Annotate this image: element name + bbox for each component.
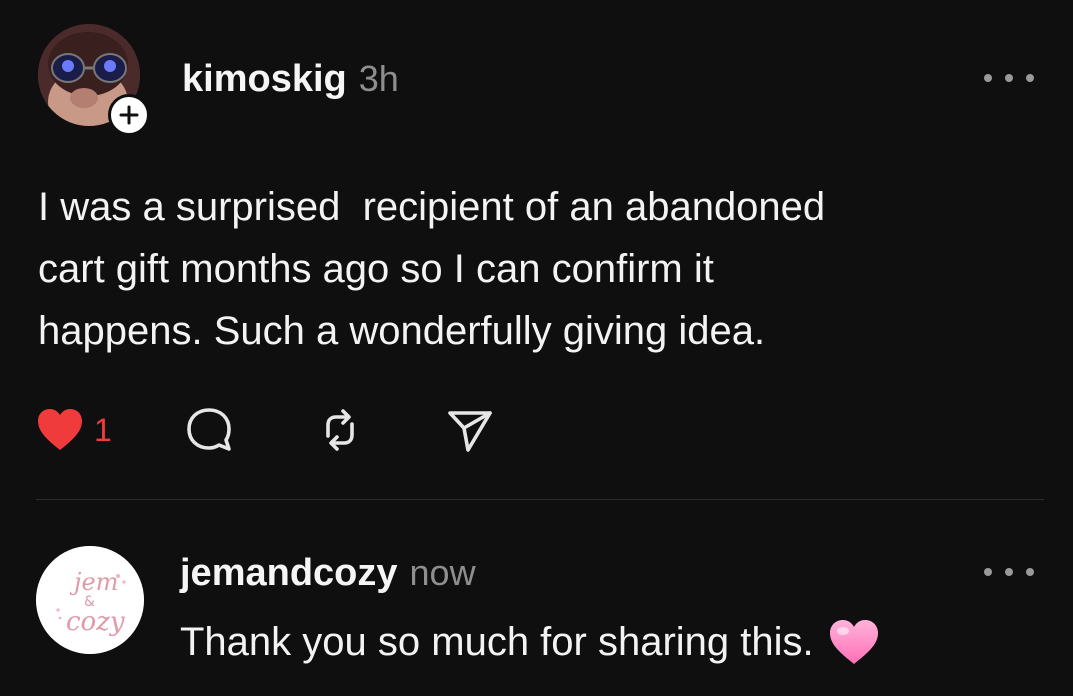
more-options-icon xyxy=(984,568,992,576)
reply-text: Thank you so much for sharing this. xyxy=(180,620,814,664)
post-header: kimoskig 3h xyxy=(182,58,399,101)
jem-and-cozy-logo: jem & cozy xyxy=(36,546,144,654)
post-text: I was a surprised recipient of an abando… xyxy=(38,185,826,353)
reply-avatar[interactable]: jem & cozy xyxy=(36,546,144,654)
action-bar: 1 xyxy=(36,404,494,456)
more-options-icon-dot xyxy=(1026,568,1034,576)
pink-heart-emoji-icon xyxy=(828,618,880,666)
repost-button[interactable] xyxy=(316,406,364,454)
send-icon xyxy=(447,411,492,452)
share-button[interactable] xyxy=(446,406,494,454)
more-options-icon-dot xyxy=(1005,74,1013,82)
plus-icon xyxy=(119,105,139,125)
reply-text-row: Thank you so much for sharing this. xyxy=(180,612,880,672)
more-options-icon-dot xyxy=(1026,74,1034,82)
follow-button[interactable] xyxy=(108,94,150,136)
author-username[interactable]: kimoskig xyxy=(182,58,347,101)
author-avatar-container[interactable] xyxy=(38,24,150,136)
divider xyxy=(36,499,1044,500)
repost-icon xyxy=(325,409,354,451)
comment-bubble-icon xyxy=(186,408,231,451)
svg-text:jem: jem xyxy=(69,568,118,596)
more-options-icon-dot xyxy=(1005,568,1013,576)
reply-username[interactable]: jemandcozy xyxy=(180,552,398,595)
more-options-icon xyxy=(984,74,992,82)
reply-button[interactable] xyxy=(184,406,234,454)
post-timestamp: 3h xyxy=(358,58,399,99)
reply-more-options-button[interactable] xyxy=(984,560,1034,584)
more-options-button[interactable] xyxy=(984,66,1034,90)
like-button[interactable]: 1 xyxy=(36,408,112,452)
heart-icon xyxy=(38,409,82,450)
reply-timestamp: now xyxy=(409,552,476,593)
reply-header: jemandcozy now xyxy=(180,552,476,595)
like-count: 1 xyxy=(94,411,112,448)
svg-text:cozy: cozy xyxy=(66,607,125,637)
